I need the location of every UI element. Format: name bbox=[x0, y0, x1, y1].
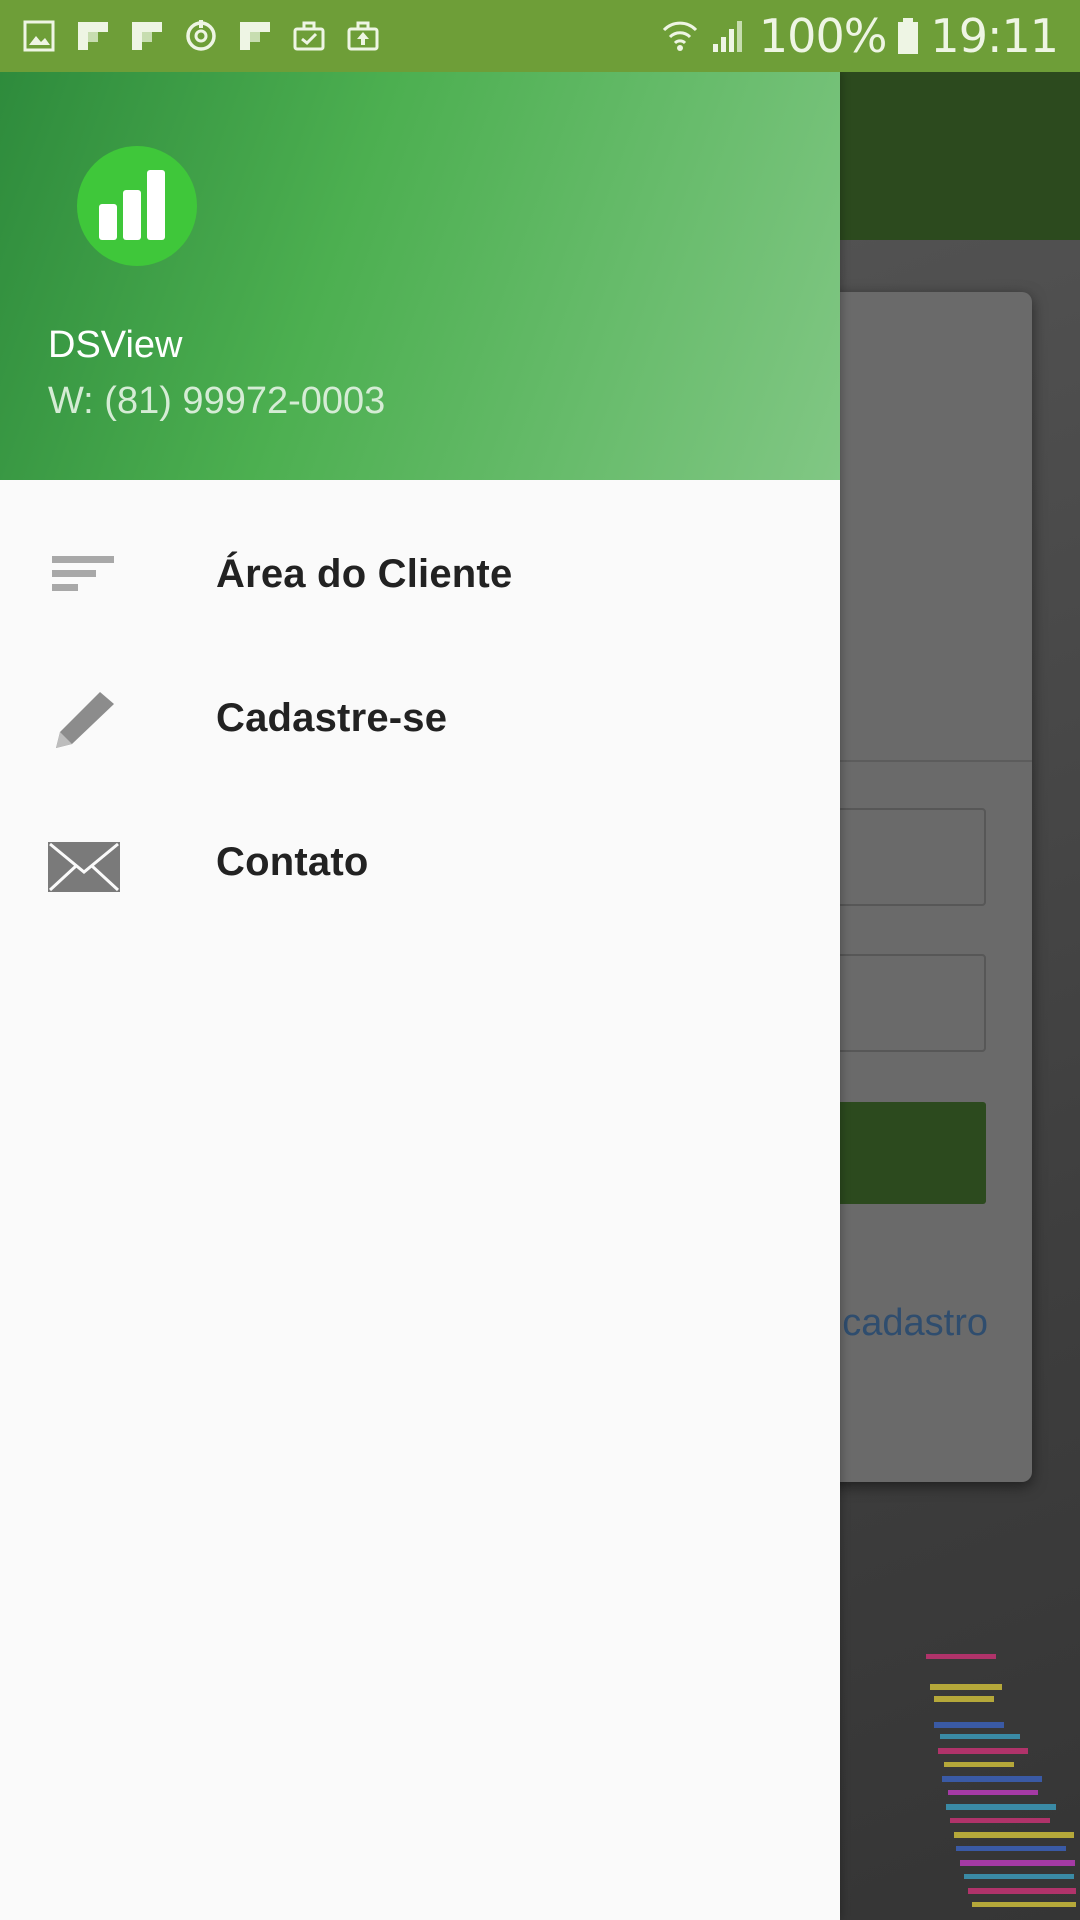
briefcase-upload-icon bbox=[346, 18, 380, 54]
image-icon bbox=[22, 18, 56, 54]
battery-icon bbox=[896, 16, 920, 56]
register-link[interactable]: cadastro bbox=[842, 1302, 988, 1345]
status-bar: 100% 19:11 bbox=[0, 0, 1080, 72]
menu-item-label: Área do Cliente bbox=[216, 552, 513, 596]
background-chart-graphic bbox=[926, 1654, 1076, 1907]
drawer-header: DSView W: (81) 99972-0003 bbox=[0, 72, 840, 480]
flipboard-icon bbox=[76, 18, 110, 54]
clock: 19:11 bbox=[930, 9, 1059, 63]
briefcase-check-icon bbox=[292, 18, 326, 54]
bar-chart-icon bbox=[99, 170, 165, 240]
menu-item-label: Cadastre-se bbox=[216, 696, 448, 740]
phone-number: W: (81) 99972-0003 bbox=[48, 380, 386, 422]
app-name: DSView bbox=[48, 324, 183, 366]
battery-percent: 100% bbox=[758, 9, 888, 63]
menu-item-area-do-cliente[interactable]: Área do Cliente bbox=[0, 504, 840, 648]
envelope-icon bbox=[48, 834, 120, 894]
menu-item-cadastre-se[interactable]: Cadastre-se bbox=[0, 648, 840, 792]
navigation-drawer: DSView W: (81) 99972-0003 Área do Client… bbox=[0, 72, 840, 1920]
app-logo bbox=[77, 146, 197, 266]
menu-item-label: Contato bbox=[216, 840, 369, 884]
notification-icons bbox=[22, 18, 380, 54]
signal-icon bbox=[709, 16, 749, 56]
drawer-menu: Área do Cliente Cadastre-se Contato bbox=[0, 504, 840, 936]
flipboard-icon bbox=[130, 18, 164, 54]
pencil-icon bbox=[48, 690, 120, 750]
menu-item-contato[interactable]: Contato bbox=[0, 792, 840, 936]
flipboard-icon bbox=[238, 18, 272, 54]
wifi-icon bbox=[661, 16, 699, 56]
sort-lines-icon bbox=[48, 546, 120, 606]
sync-icon bbox=[184, 18, 218, 54]
